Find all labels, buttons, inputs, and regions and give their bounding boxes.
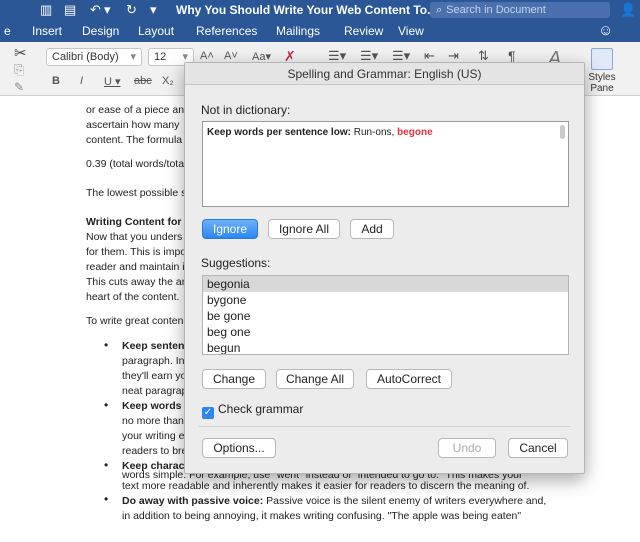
ignore-button[interactable]: Ignore [202,219,258,239]
customize-dropdown-icon[interactable]: ▾ [150,2,157,18]
sidebar-icon[interactable]: ▥ [40,2,52,18]
doc-line: To write great conten [86,315,184,327]
suggestion-item[interactable]: begun [203,340,568,354]
bullet-icon: • [104,458,109,472]
scrollbar[interactable] [560,125,565,139]
format-painter-icon[interactable]: ✎ [14,80,24,94]
redo-icon[interactable]: ↻ [126,2,137,18]
copy-icon[interactable]: ⎘ [14,62,24,78]
doc-line: heart of the content. [86,291,180,303]
cut-icon[interactable]: ✂ [14,44,27,62]
styles-pane-button[interactable]: Styles Pane [584,48,620,94]
spelling-grammar-dialog: Spelling and Grammar: English (US) Not i… [184,62,585,474]
strikethrough-icon[interactable]: abc [134,75,152,87]
options-button[interactable]: Options... [202,438,276,458]
suggestion-item[interactable]: bygone [203,292,568,308]
bullet-icon: • [104,492,109,506]
tab-references[interactable]: References [196,24,257,38]
doc-line: reader and maintain i [86,261,185,273]
tab-review[interactable]: Review [344,24,383,38]
font-size-value: 12 [154,51,167,63]
font-name-value: Calibri (Body) [52,51,119,63]
doc-line: Do away with passive voice: Passive voic… [122,495,546,507]
doc-line: or ease of a piece and [86,104,190,116]
bullet-icon: • [104,398,109,412]
doc-line: The lowest possible sc [86,187,192,199]
doc-heading: Writing Content for t [86,216,188,228]
doc-line: paragraph. In [122,355,185,367]
tab-home[interactable]: e [4,24,11,38]
suggestion-item[interactable]: be gone [203,308,568,324]
undo-button[interactable]: Undo [438,438,496,458]
doc-line-bold: Do away with passive voice: [122,495,264,507]
doc-line: no more than [122,415,184,427]
doc-line: Now that you unders [86,231,183,243]
suggestion-item[interactable]: beg one [203,324,568,340]
doc-line-rest: Passive voice is the silent enemy of wri… [263,495,547,507]
smiley-feedback-icon[interactable]: ☺ [598,22,613,39]
title-bar: ▥ ▤ ↶ ▾ ↻ ▾ Why You Should Write Your We… [0,0,640,20]
bullet-icon: • [104,338,109,352]
checkmark-icon: ✓ [202,407,214,419]
tab-view[interactable]: View [398,24,424,38]
doc-line: This cuts away the am [86,276,191,288]
doc-line: ascertain how many [86,119,180,131]
doc-line: in addition to being annoying, it makes … [122,510,522,522]
italic-icon[interactable]: I [80,75,83,87]
doc-line: they'll earn yo [122,370,187,382]
grow-font-icon[interactable]: A˄ [200,50,214,62]
tab-layout[interactable]: Layout [138,24,174,38]
doc-line: Keep sentenc [122,340,191,352]
misspelled-word: begone [397,127,433,138]
sentence-prefix: Keep words per sentence low: [207,127,351,138]
doc-line: 0.39 (total words/tota [86,158,185,170]
sentence-mid: Run-ons, [350,127,398,138]
ribbon-tabs: e Insert Design Layout References Mailin… [0,20,640,42]
bold-icon[interactable]: B [52,75,60,87]
cancel-button[interactable]: Cancel [508,438,568,458]
doc-line: Keep words p [122,400,191,412]
doc-line: readers to bre [122,445,188,457]
add-button[interactable]: Add [350,219,394,239]
styles-pane-label-1: Styles [588,72,616,83]
search-icon: ⌕ [436,4,443,16]
check-grammar-label: Check grammar [218,402,304,416]
font-name-select[interactable]: Calibri (Body) ▾ [46,48,142,66]
shrink-font-icon[interactable]: A˅ [224,50,238,62]
save-icon[interactable]: ▤ [64,2,76,18]
change-all-button[interactable]: Change All [276,369,354,389]
doc-line: content. The formula [86,134,183,146]
doc-line: neat paragrap [122,385,188,397]
divider [199,426,571,427]
autocorrect-button[interactable]: AutoCorrect [366,369,452,389]
tab-design[interactable]: Design [82,24,119,38]
search-input[interactable]: ⌕ Search in Document [430,2,610,18]
not-in-dictionary-label: Not in dictionary: [201,103,291,117]
doc-line: for them. This is impo [86,246,187,258]
subscript-icon[interactable]: X₂ [162,75,174,87]
suggestions-list[interactable]: begonia bygone be gone beg one begun [202,275,569,355]
styles-pane-icon [591,48,613,70]
doc-line: your writing e [122,430,185,442]
document-title: Why You Should Write Your Web Content To… [176,3,438,17]
tab-insert[interactable]: Insert [32,24,62,38]
sentence-textarea[interactable]: Keep words per sentence low: Run-ons, be… [202,121,569,207]
styles-pane-label-2: Pane [590,83,614,94]
underline-icon[interactable]: U ▾ [104,75,121,88]
change-button[interactable]: Change [202,369,266,389]
ignore-all-button[interactable]: Ignore All [268,219,340,239]
search-placeholder: Search in Document [446,4,546,16]
suggestion-item[interactable]: begonia [203,276,568,292]
chevron-down-icon: ▾ [130,51,136,63]
undo-icon[interactable]: ↶ [90,2,101,18]
tab-mailings[interactable]: Mailings [276,24,320,38]
dialog-title: Spelling and Grammar: English (US) [185,63,584,85]
suggestions-label: Suggestions: [201,256,271,270]
undo-dropdown-icon[interactable]: ▾ [104,2,111,18]
check-grammar-checkbox[interactable]: ✓ Check grammar [202,402,303,419]
doc-line: text more readable and inherently makes … [122,480,530,492]
user-icon[interactable]: 👤 [620,2,636,18]
